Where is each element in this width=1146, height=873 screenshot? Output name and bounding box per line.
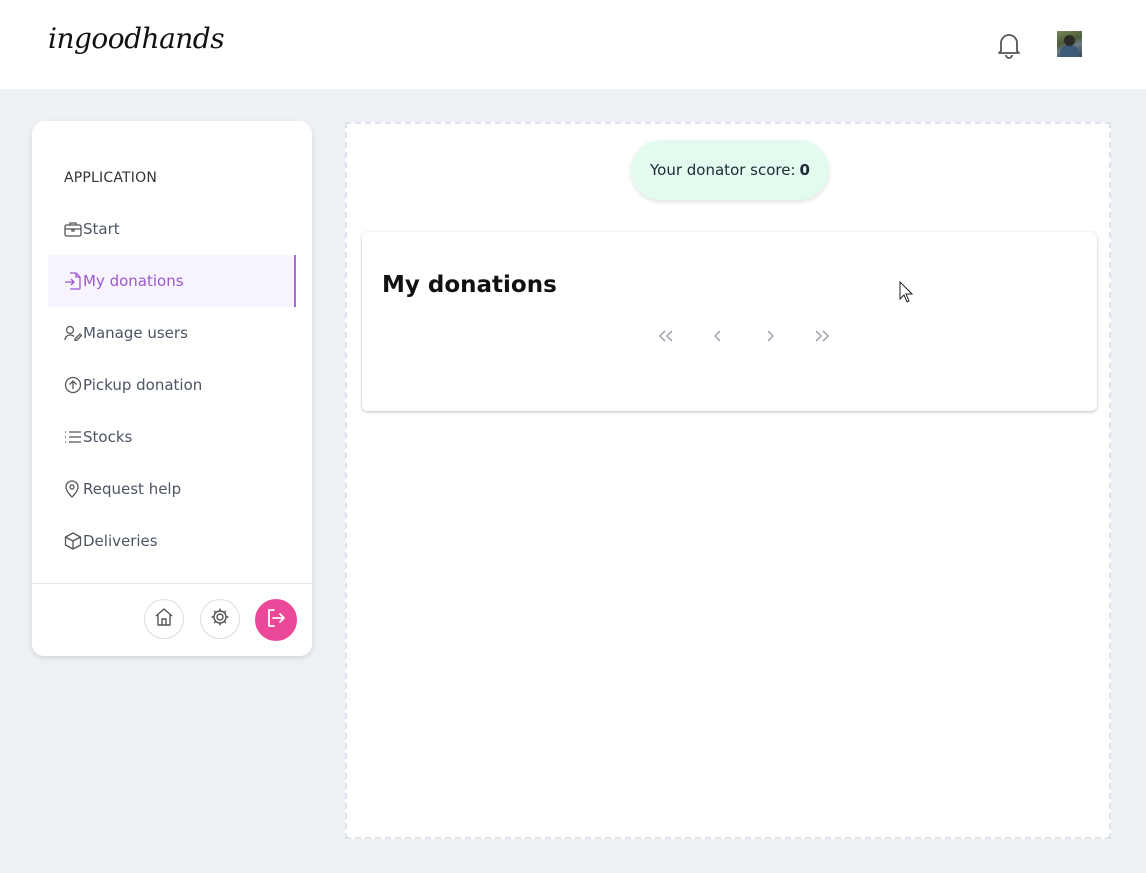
first-page-icon[interactable] — [640, 325, 692, 347]
sidebar-item-label: Manage users — [83, 324, 188, 342]
sidebar-item-manage-users[interactable]: Manage users — [48, 307, 296, 359]
next-page-icon[interactable] — [744, 325, 796, 347]
gear-icon — [210, 607, 230, 631]
sidebar-item-label: My donations — [83, 272, 184, 290]
arrow-up-circle-icon — [64, 376, 82, 394]
donator-score-badge: Your donator score: 0 — [631, 140, 829, 200]
bell-icon[interactable] — [994, 30, 1024, 60]
sidebar-item-label: Request help — [83, 480, 182, 498]
score-label: Your donator score: — [650, 161, 796, 179]
last-page-icon[interactable] — [796, 325, 848, 347]
logout-icon — [265, 607, 287, 633]
avatar-body-shape — [1060, 45, 1079, 57]
sidebar-item-label: Start — [83, 220, 120, 238]
score-value: 0 — [799, 161, 810, 179]
file-import-icon — [64, 272, 82, 290]
briefcase-icon — [64, 220, 82, 238]
sidebar-divider — [32, 583, 312, 584]
user-edit-icon — [64, 324, 82, 342]
home-button[interactable] — [144, 599, 184, 639]
pagination — [640, 325, 848, 347]
sidebar-item-label: Deliveries — [83, 532, 158, 550]
sidebar-nav: Start My donations Manage users Pickup d… — [48, 203, 296, 567]
sidebar-item-label: Pickup donation — [83, 376, 203, 394]
list-icon — [64, 428, 82, 446]
avatar[interactable] — [1057, 31, 1082, 57]
sidebar-item-request-help[interactable]: Request help — [48, 463, 296, 515]
sidebar-section-title: APPLICATION — [64, 170, 158, 186]
card-title: My donations — [382, 272, 557, 298]
sidebar-item-start[interactable]: Start — [48, 203, 296, 255]
prev-page-icon[interactable] — [692, 325, 744, 347]
box-icon — [64, 532, 82, 550]
sidebar-item-my-donations[interactable]: My donations — [48, 255, 296, 307]
main-content: Your donator score: 0 My donations — [345, 122, 1111, 839]
app-logo[interactable]: ingoodhands — [48, 22, 225, 55]
settings-button[interactable] — [200, 599, 240, 639]
sidebar: APPLICATION Start My donations Manage us… — [32, 121, 312, 656]
avatar-head-shape — [1064, 35, 1075, 46]
sidebar-item-label: Stocks — [83, 428, 133, 446]
sidebar-item-deliveries[interactable]: Deliveries — [48, 515, 296, 567]
mouse-cursor — [899, 280, 914, 303]
donations-card: My donations — [362, 232, 1097, 411]
sidebar-item-pickup-donation[interactable]: Pickup donation — [48, 359, 296, 411]
top-header: ingoodhands — [0, 0, 1146, 89]
map-pin-icon — [64, 480, 82, 498]
home-icon — [154, 607, 174, 631]
logout-button[interactable] — [255, 599, 297, 641]
sidebar-item-stocks[interactable]: Stocks — [48, 411, 296, 463]
